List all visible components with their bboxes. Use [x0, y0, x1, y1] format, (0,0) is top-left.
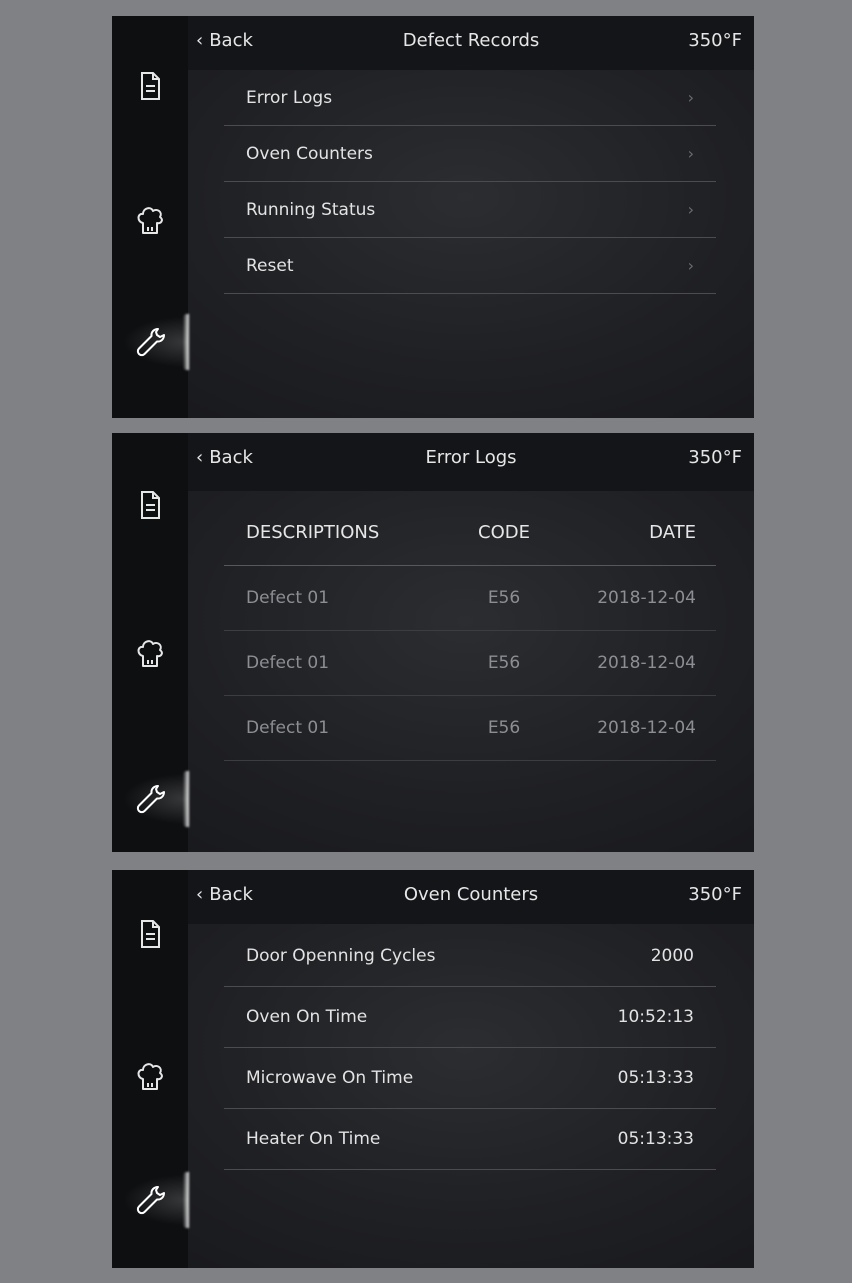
table-row[interactable]: Defect 01 E56 2018-12-04: [224, 696, 716, 761]
column-header-descriptions: DESCRIPTIONS: [246, 521, 380, 543]
cell-date: 2018-12-04: [597, 588, 696, 608]
side-rail: [112, 870, 188, 1268]
document-icon[interactable]: [112, 475, 188, 535]
defect-records-screen: ‹ Back Defect Records 350°F Error Logs ›…: [112, 16, 754, 418]
menu-list: Error Logs › Oven Counters › Running Sta…: [224, 70, 716, 294]
top-bar: ‹ Back Defect Records 350°F: [188, 16, 754, 70]
counter-label: Door Openning Cycles: [246, 946, 436, 966]
menu-item-running-status[interactable]: Running Status ›: [224, 182, 716, 238]
document-icon[interactable]: [112, 904, 188, 964]
counter-value: 10:52:13: [617, 1007, 694, 1027]
page-title: Defect Records: [402, 30, 540, 51]
counter-value: 05:13:33: [617, 1129, 694, 1149]
counter-row-heater-on-time: Heater On Time 05:13:33: [224, 1109, 716, 1170]
menu-item-label: Running Status: [246, 199, 376, 220]
counter-label: Heater On Time: [246, 1129, 381, 1149]
document-icon[interactable]: [112, 56, 188, 116]
wrench-icon[interactable]: [112, 312, 188, 372]
counter-row-oven-on-time: Oven On Time 10:52:13: [224, 987, 716, 1048]
cell-code: E56: [487, 653, 521, 673]
wrench-icon[interactable]: [112, 769, 188, 829]
menu-item-label: Oven Counters: [246, 143, 373, 164]
error-logs-screen: ‹ Back Error Logs 350°F DESCRIPTIONS COD…: [112, 433, 754, 852]
cell-description: Defect 01: [246, 718, 330, 738]
page-title: Error Logs: [425, 447, 517, 468]
chef-hat-icon[interactable]: [112, 623, 188, 683]
counter-label: Oven On Time: [246, 1007, 368, 1027]
table-header: DESCRIPTIONS CODE DATE: [224, 499, 716, 566]
column-header-code: CODE: [478, 521, 530, 543]
cell-description: Defect 01: [246, 588, 330, 608]
counter-label: Microwave On Time: [246, 1068, 414, 1088]
cell-code: E56: [487, 588, 521, 608]
temperature-readout: 350°F: [688, 447, 742, 468]
chevron-right-icon: ›: [687, 144, 694, 163]
temperature-readout: 350°F: [688, 884, 742, 905]
chef-hat-icon[interactable]: [112, 190, 188, 250]
page-title: Oven Counters: [403, 884, 539, 905]
counter-value: 2000: [650, 946, 694, 966]
menu-item-error-logs[interactable]: Error Logs ›: [224, 70, 716, 126]
column-header-date: DATE: [649, 521, 696, 543]
top-bar: ‹ Back Oven Counters 350°F: [188, 870, 754, 924]
counter-row-microwave-on-time: Microwave On Time 05:13:33: [224, 1048, 716, 1109]
counter-row-door-cycles: Door Openning Cycles 2000: [224, 926, 716, 987]
menu-item-reset[interactable]: Reset ›: [224, 238, 716, 294]
top-bar: ‹ Back Error Logs 350°F: [188, 433, 754, 491]
chef-hat-icon[interactable]: [112, 1046, 188, 1106]
oven-counters-screen: ‹ Back Oven Counters 350°F Door Openning…: [112, 870, 754, 1268]
menu-item-label: Reset: [246, 255, 294, 276]
side-rail: [112, 433, 188, 852]
cell-date: 2018-12-04: [597, 653, 696, 673]
side-rail: [112, 16, 188, 418]
cell-date: 2018-12-04: [597, 718, 696, 738]
temperature-readout: 350°F: [688, 30, 742, 51]
cell-code: E56: [487, 718, 521, 738]
menu-item-label: Error Logs: [246, 87, 333, 108]
table-row[interactable]: Defect 01 E56 2018-12-04: [224, 631, 716, 696]
chevron-right-icon: ›: [687, 200, 694, 219]
chevron-right-icon: ›: [687, 256, 694, 275]
cell-description: Defect 01: [246, 653, 330, 673]
counter-list: Door Openning Cycles 2000 Oven On Time 1…: [224, 926, 716, 1170]
error-log-table: DESCRIPTIONS CODE DATE Defect 01 E56 201…: [224, 499, 716, 761]
counter-value: 05:13:33: [617, 1068, 694, 1088]
wrench-icon[interactable]: [112, 1170, 188, 1230]
menu-item-oven-counters[interactable]: Oven Counters ›: [224, 126, 716, 182]
table-row[interactable]: Defect 01 E56 2018-12-04: [224, 566, 716, 631]
chevron-right-icon: ›: [687, 88, 694, 107]
